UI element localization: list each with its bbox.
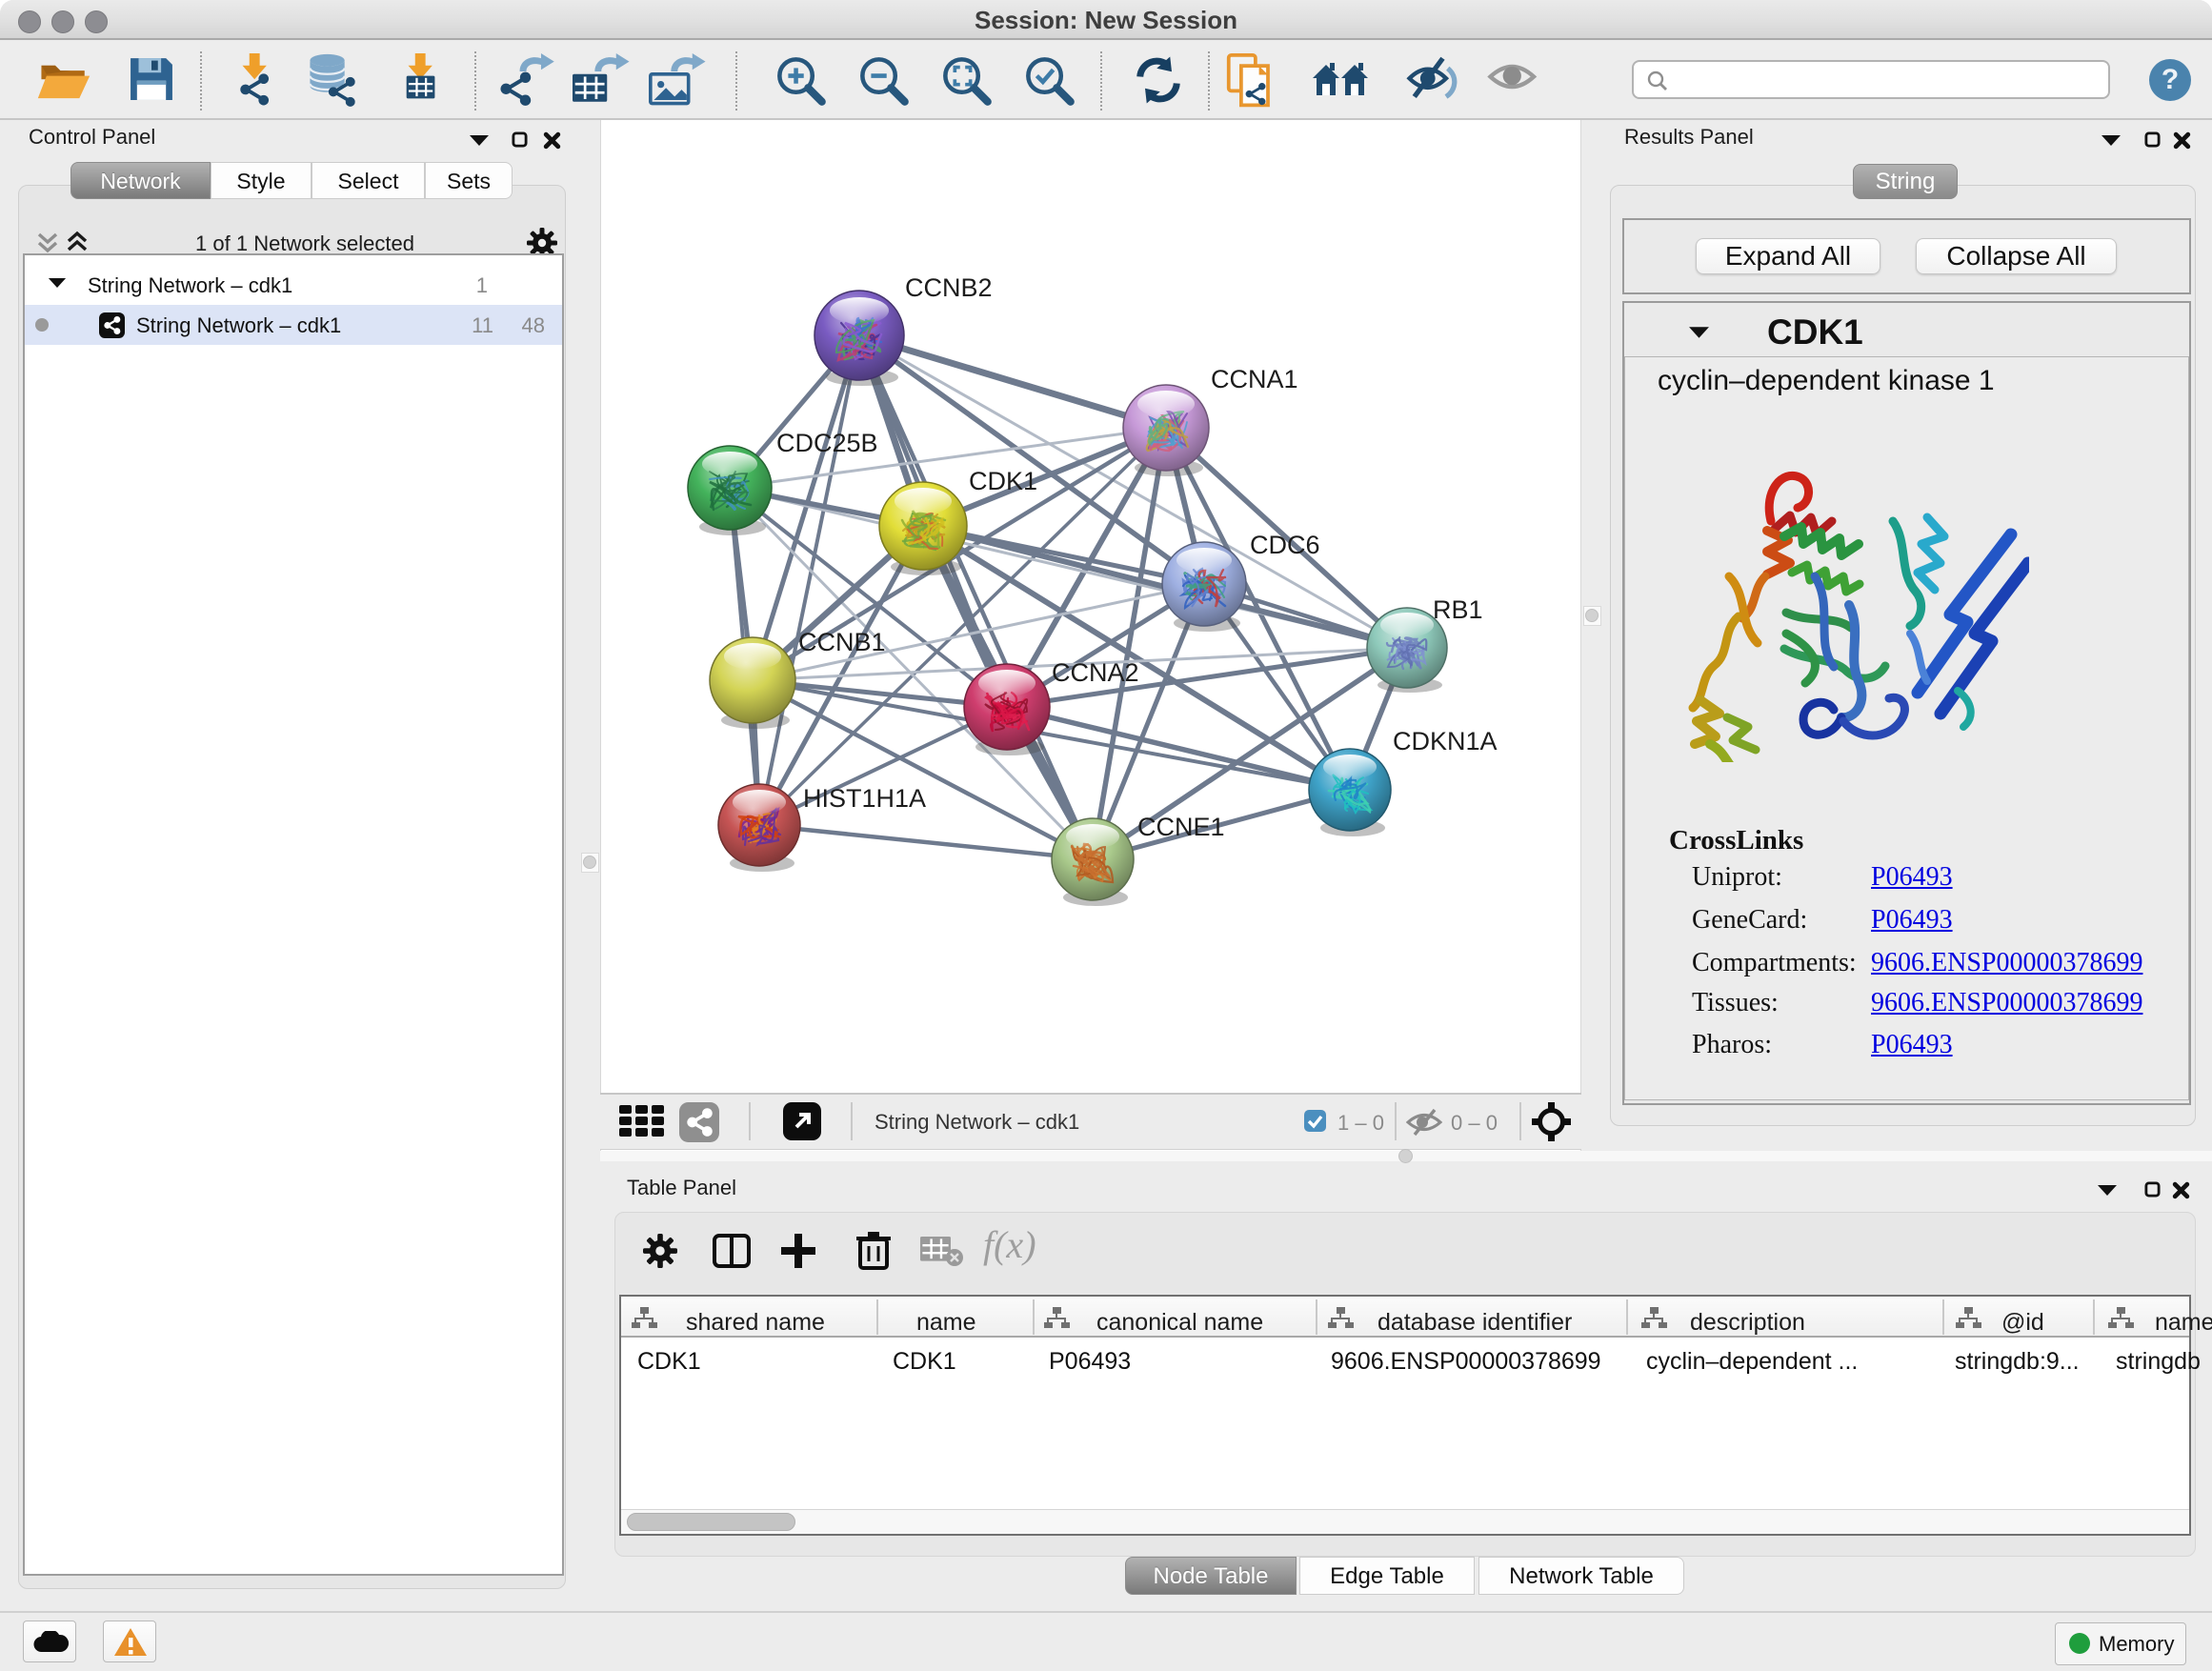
svg-text:CDKN1A: CDKN1A bbox=[1393, 727, 1498, 755]
svg-text:CCNB1: CCNB1 bbox=[798, 628, 886, 656]
svg-text:CDC6: CDC6 bbox=[1250, 531, 1320, 559]
svg-text:RB1: RB1 bbox=[1433, 595, 1483, 624]
svg-text:CCNA2: CCNA2 bbox=[1052, 658, 1139, 687]
svg-text:CCNE1: CCNE1 bbox=[1137, 813, 1225, 841]
svg-text:CCNB2: CCNB2 bbox=[905, 273, 993, 302]
svg-text:CDC25B: CDC25B bbox=[776, 429, 878, 457]
svg-text:HIST1H1A: HIST1H1A bbox=[803, 784, 926, 813]
svg-text:CCNA1: CCNA1 bbox=[1211, 365, 1298, 393]
svg-text:CDK1: CDK1 bbox=[969, 467, 1037, 495]
